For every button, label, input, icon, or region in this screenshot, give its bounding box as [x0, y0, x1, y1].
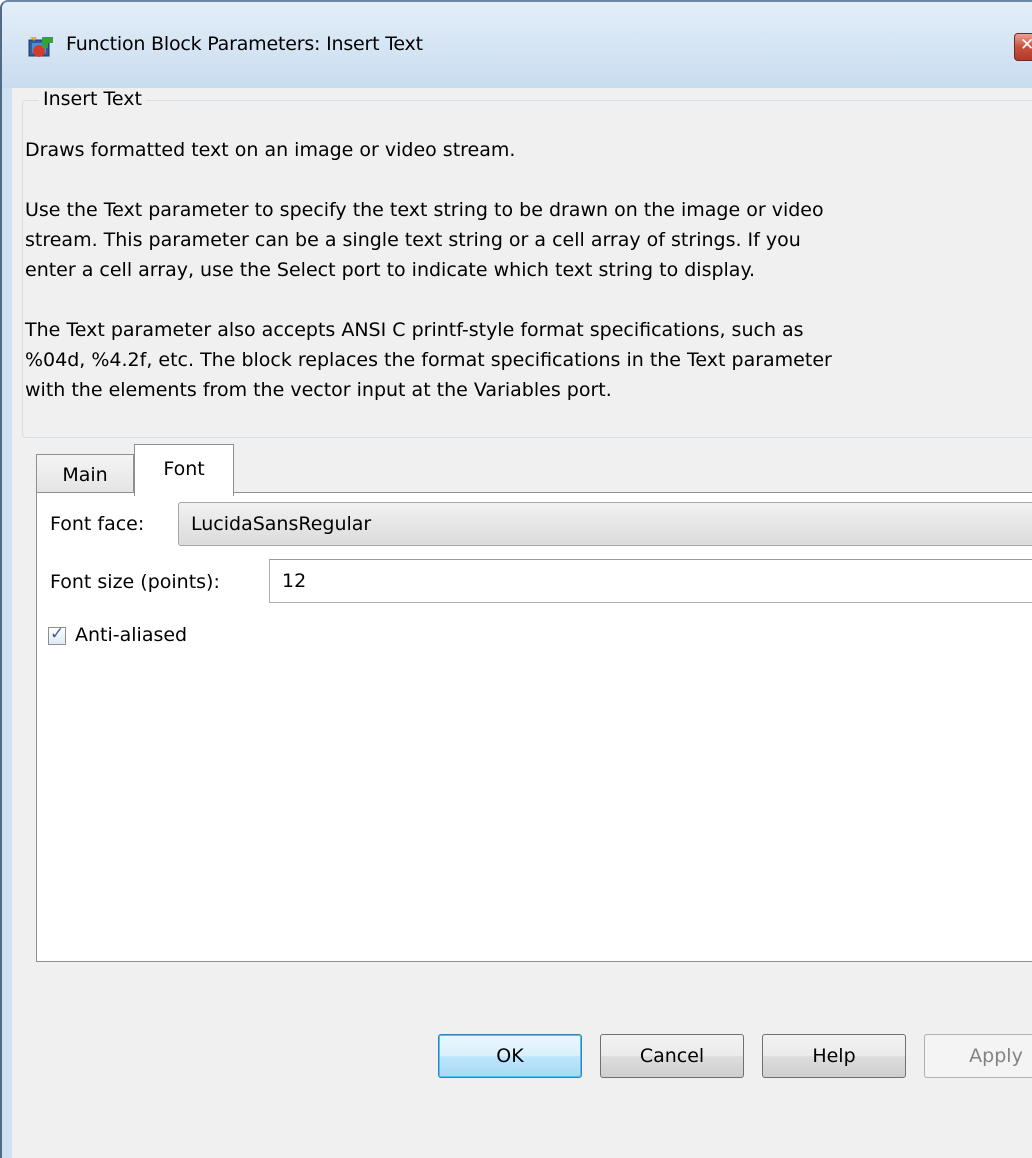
anti-aliased-checkbox[interactable]: ✓	[48, 624, 66, 645]
description-line: Draws formatted text on an image or vide…	[25, 139, 516, 161]
dialog-client-area: Insert Text Draws formatted text on an i…	[12, 88, 1032, 1158]
ok-button[interactable]: OK	[438, 1034, 582, 1078]
description-line: enter a cell array, use the Select port …	[25, 259, 756, 281]
apply-button-label: Apply	[969, 1045, 1023, 1067]
close-button[interactable]: ✕	[1014, 33, 1032, 61]
dialog-window: Function Block Parameters: Insert Text ✕…	[0, 0, 1032, 1158]
help-button[interactable]: Help	[762, 1034, 906, 1078]
font-face-value: LucidaSansRegular	[191, 513, 372, 535]
font-face-label: Font face:	[50, 513, 145, 535]
ok-button-label: OK	[496, 1045, 524, 1067]
cancel-button[interactable]: Cancel	[600, 1034, 744, 1078]
tab-font-label: Font	[163, 458, 205, 480]
description-group: Insert Text Draws formatted text on an i…	[22, 88, 1032, 438]
font-tab-panel: Font face: LucidaSansRegular ▼ Font size…	[36, 492, 1032, 962]
tab-main-label: Main	[62, 464, 108, 486]
description-line: %04d, %4.2f, etc. The block replaces the…	[25, 349, 832, 371]
cancel-button-label: Cancel	[639, 1045, 705, 1067]
tab-font[interactable]: Font	[134, 444, 234, 496]
font-face-dropdown[interactable]: LucidaSansRegular ▼	[178, 502, 1032, 546]
description-line: stream. This parameter can be a single t…	[25, 229, 801, 251]
close-icon: ✕	[1020, 35, 1032, 55]
checkmark-icon: ✓	[50, 624, 65, 644]
description-line: with the elements from the vector input …	[25, 379, 612, 401]
help-button-label: Help	[812, 1045, 856, 1067]
window-title: Function Block Parameters: Insert Text	[66, 33, 423, 55]
font-size-label: Font size (points):	[50, 571, 220, 593]
title-bar[interactable]: Function Block Parameters: Insert Text ✕	[2, 2, 1032, 88]
simulink-block-icon	[28, 37, 53, 57]
font-size-input[interactable]: 12	[269, 559, 1032, 603]
font-size-value: 12	[282, 570, 307, 592]
tab-main[interactable]: Main	[36, 454, 134, 494]
description-line: The Text parameter also accepts ANSI C p…	[25, 319, 804, 341]
description-line: Use the Text parameter to specify the te…	[25, 199, 824, 221]
anti-aliased-label[interactable]: Anti-aliased	[75, 624, 187, 646]
group-title: Insert Text	[39, 88, 146, 110]
apply-button[interactable]: Apply	[924, 1034, 1032, 1078]
